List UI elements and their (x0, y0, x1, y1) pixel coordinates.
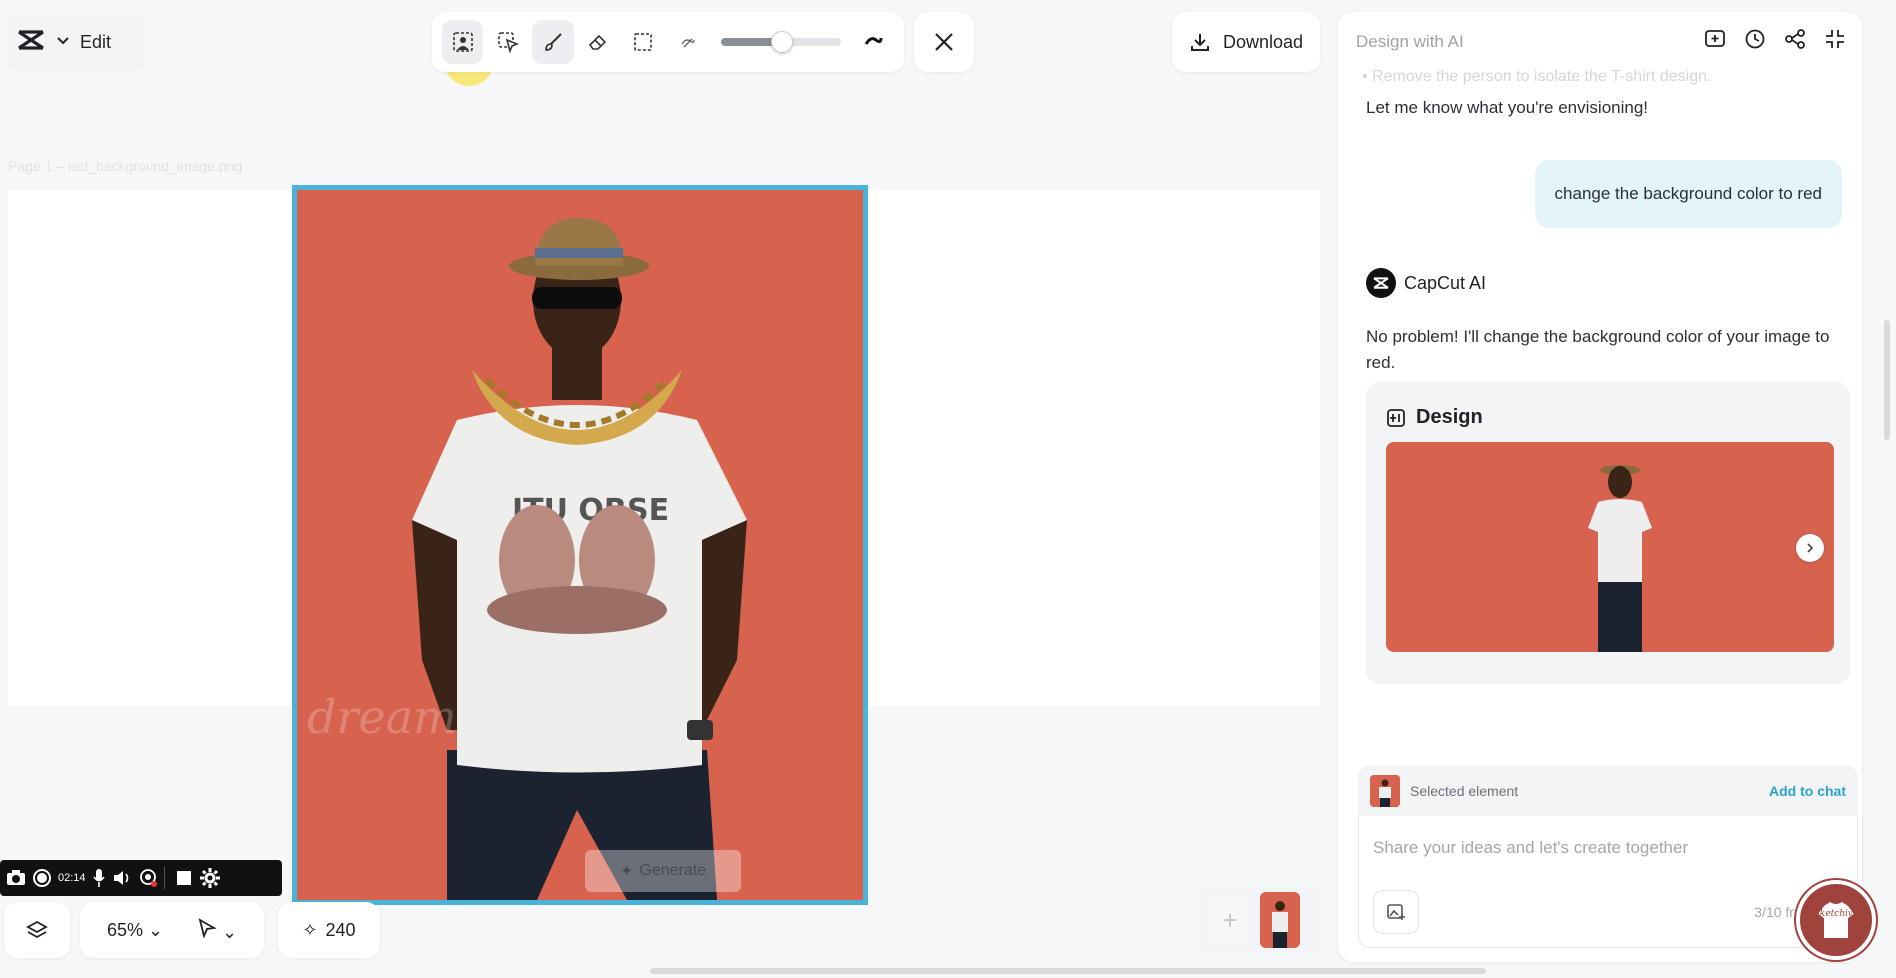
microphone-icon[interactable] (92, 868, 106, 888)
design-result-card[interactable]: Design (1366, 382, 1850, 684)
chevron-down-icon: ⌄ (147, 919, 164, 940)
edit-label[interactable]: Edit (80, 32, 111, 53)
credits-value: 240 (325, 919, 356, 940)
rect-select-tool[interactable] (623, 20, 664, 64)
design-card-header: Design (1386, 406, 1483, 429)
brush-icon (545, 33, 562, 51)
tshirt-logo-icon: Sketchiva (1814, 902, 1859, 938)
chevron-down-icon[interactable] (56, 33, 70, 51)
page-thumbnail[interactable] (1260, 892, 1300, 948)
camera-icon[interactable] (6, 869, 26, 887)
zoom-control: 65% ⌄ ⌄ (80, 902, 264, 958)
page-thumbnails: + (1200, 886, 1320, 954)
panel-scrollbar[interactable] (1884, 320, 1890, 440)
capcut-avatar-icon (1366, 268, 1396, 298)
collapse-icon[interactable] (1824, 28, 1846, 50)
download-label: Download (1222, 31, 1304, 52)
select-person-icon (452, 32, 473, 52)
selected-element-thumbnail (1370, 775, 1400, 807)
webcam-icon[interactable] (138, 868, 158, 888)
close-button[interactable] (914, 12, 974, 72)
download-button[interactable]: Download (1172, 12, 1320, 72)
ai-message-text: Let me know what you're envisioning! (1366, 98, 1649, 117)
pointer-mode-dropdown[interactable]: ⌄ (197, 917, 238, 943)
sketchiva-logo: Sketchiva (1796, 880, 1876, 960)
design-card-title: Design (1416, 406, 1483, 428)
selected-element-row: Selected element Add to chat (1358, 766, 1858, 816)
badge-text: Sketchiva (1814, 909, 1859, 919)
capcut-logo-icon (16, 28, 46, 57)
watermark-text: dream (307, 690, 457, 744)
panel-title: Design with AI (1356, 32, 1464, 51)
brush-size-large-icon (865, 37, 883, 45)
download-icon (1190, 34, 1209, 51)
generate-button[interactable]: ✦ Generate (585, 850, 741, 892)
edit-toolbar (432, 12, 904, 72)
history-icon[interactable] (1744, 28, 1766, 50)
settings-icon[interactable] (199, 867, 221, 889)
sparkle-icon: ✧ (302, 919, 318, 940)
add-to-chat-button[interactable]: Add to chat (1769, 783, 1846, 799)
brush-tool[interactable] (532, 20, 574, 64)
smart-select-icon (497, 32, 519, 53)
preview-photo (1386, 442, 1834, 652)
selected-element-label: Selected element (1410, 783, 1519, 799)
design-preview-image[interactable] (1386, 442, 1834, 652)
record-icon[interactable] (32, 868, 52, 888)
screen-recorder-bar: 02:14 (0, 860, 282, 896)
brush-size-slider[interactable] (721, 31, 841, 53)
brush-large-button[interactable] (853, 20, 894, 64)
next-arrow-button[interactable] (1796, 534, 1824, 562)
eraser-tool[interactable] (578, 20, 619, 64)
close-icon (935, 33, 953, 51)
smart-select-tool[interactable] (487, 20, 528, 64)
window-icon[interactable] (171, 869, 193, 887)
new-chat-icon[interactable] (1704, 28, 1726, 50)
page-label: Page 1 – red_background_image.png (8, 158, 243, 174)
thumbnail-image (1260, 892, 1300, 948)
brush-small-button[interactable] (668, 20, 709, 64)
divider (163, 867, 165, 889)
sparkle-icon: ✦ (619, 863, 634, 880)
brush-size-knob[interactable] (771, 31, 794, 53)
pointer-icon (198, 917, 217, 939)
add-page-button[interactable]: + (1210, 894, 1250, 946)
speaker-icon[interactable] (112, 869, 132, 887)
image-upload-icon (1387, 904, 1405, 920)
ai-chat-panel: Design with AI • Remove the person to is… (1338, 12, 1862, 962)
user-message-text: change the background color to red (1554, 184, 1822, 203)
zoom-dropdown[interactable]: 65% ⌄ (107, 920, 163, 941)
horizontal-scrollbar[interactable] (650, 968, 1486, 974)
ai-sender: CapCut AI (1366, 268, 1486, 298)
model-photo: ITU ORSE (297, 190, 863, 900)
credits-counter[interactable]: ✧ 240 (278, 902, 380, 958)
design-icon (1387, 408, 1405, 427)
app-menu[interactable]: Edit (6, 14, 146, 70)
record-time: 02:14 (58, 872, 86, 884)
brush-size-small-icon (681, 38, 696, 48)
rect-select-icon (634, 33, 653, 51)
chevron-down-icon: ⌄ (221, 921, 238, 942)
user-message-bubble: change the background color to red (1534, 160, 1842, 228)
share-icon[interactable] (1784, 28, 1806, 50)
faded-message-line: • Remove the person to isolate the T-shi… (1362, 68, 1712, 85)
selected-image[interactable]: ITU ORSE dream ✦ Generate (292, 185, 868, 905)
prompt-input[interactable] (1373, 838, 1833, 858)
chat-input-box: 3/10 free uses (1358, 816, 1858, 948)
plus-icon: + (1222, 904, 1238, 935)
attach-image-button[interactable] (1373, 890, 1419, 934)
select-person-tool[interactable] (442, 20, 484, 64)
panel-actions (1704, 28, 1846, 50)
eraser-icon (589, 34, 607, 50)
zoom-value: 65% (106, 919, 143, 940)
layers-icon (26, 920, 48, 939)
layers-button[interactable] (4, 902, 70, 958)
chevron-right-icon (1807, 543, 1814, 553)
ai-response-text: No problem! I'll change the background c… (1366, 327, 1830, 372)
ai-name: CapCut AI (1404, 272, 1487, 293)
generate-label: Generate (639, 862, 707, 879)
